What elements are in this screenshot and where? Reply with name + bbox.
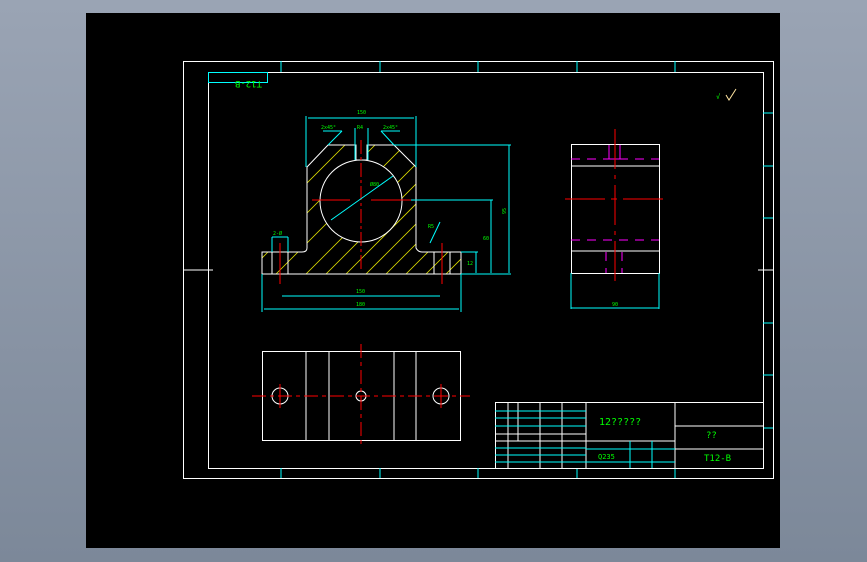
- svg-text:Ø80: Ø80: [370, 181, 379, 188]
- svg-text:150: 150: [356, 289, 365, 295]
- inner-frame: [208, 72, 764, 469]
- svg-text:180: 180: [356, 302, 365, 308]
- svg-text:R5: R5: [428, 224, 434, 230]
- svg-text:150: 150: [357, 110, 366, 116]
- svg-text:R4: R4: [357, 125, 363, 131]
- svg-text:60: 60: [483, 236, 489, 242]
- top-view[interactable]: [252, 344, 470, 446]
- drawing-sheet: 150 2x45° R4 2x45° Ø80 95 60 12 150 180 2-Ø R5 9…: [183, 61, 774, 479]
- side-view[interactable]: 90: [565, 129, 664, 309]
- title-block: [495, 402, 764, 469]
- front-view[interactable]: 150 2x45° R4 2x45° Ø80 95 60 12 150 180 2-Ø R5: [250, 110, 511, 312]
- svg-text:95: 95: [502, 208, 508, 214]
- svg-text:2-Ø: 2-Ø: [273, 230, 282, 237]
- svg-text:2x45°: 2x45°: [321, 125, 336, 131]
- svg-text:12: 12: [467, 261, 473, 267]
- svg-text:2x45°: 2x45°: [383, 125, 398, 131]
- svg-text:90: 90: [612, 302, 618, 308]
